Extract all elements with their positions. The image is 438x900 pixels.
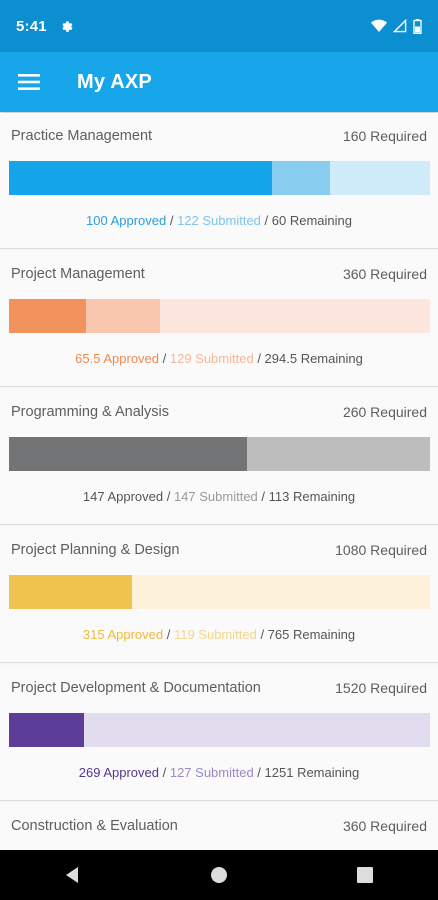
- remaining-text: 113 Remaining: [268, 489, 356, 504]
- home-circle-icon: [211, 867, 227, 883]
- wifi-icon: [371, 19, 387, 32]
- submitted-text: 129 Submitted: [169, 351, 254, 366]
- progress-summary: 269 Approved / 127 Submitted / 1251 Rema…: [0, 765, 438, 780]
- requirement-card[interactable]: Project Management 360 Required 65.5 Appro…: [0, 251, 438, 387]
- back-button[interactable]: [53, 855, 93, 895]
- progress-approved-segment: [9, 437, 247, 471]
- summary-separator: /: [163, 627, 174, 642]
- submitted-text: 119 Submitted: [173, 627, 257, 642]
- progress-bar: [9, 713, 430, 747]
- submitted-text: 122 Submitted: [177, 213, 261, 228]
- remaining-text: 60 Remaining: [271, 213, 352, 228]
- progress-bar: [9, 575, 430, 609]
- requirement-name: Construction & Evaluation: [11, 818, 178, 834]
- gear-icon: [62, 21, 73, 32]
- page-title: My AXP: [77, 70, 152, 93]
- hamburger-menu-icon: [18, 74, 40, 90]
- progress-bar: [9, 161, 430, 195]
- summary-separator: /: [260, 213, 272, 228]
- app-bar: My AXP: [0, 52, 438, 112]
- status-bar: 5:41: [0, 0, 438, 52]
- summary-separator: /: [253, 351, 265, 366]
- requirement-card[interactable]: Construction & Evaluation 360 Required: [0, 803, 438, 850]
- requirement-card[interactable]: Practice Management 160 Required 100 Appro…: [0, 113, 438, 249]
- recents-square-icon: [357, 867, 373, 883]
- submitted-text: 127 Submitted: [169, 765, 254, 780]
- summary-separator: /: [257, 489, 269, 504]
- approved-text: 65.5 Approved: [75, 351, 160, 366]
- progress-summary: 65.5 Approved / 129 Submitted / 294.5 Re…: [0, 351, 438, 366]
- summary-separator: /: [159, 765, 170, 780]
- progress-bar: [9, 299, 430, 333]
- requirement-name: Project Development & Documentation: [11, 680, 261, 696]
- signal-icon: [393, 19, 407, 33]
- menu-button[interactable]: [14, 67, 44, 97]
- requirement-name: Practice Management: [11, 128, 153, 144]
- progress-bar: [9, 437, 430, 471]
- home-button[interactable]: [199, 855, 239, 895]
- summary-separator: /: [253, 765, 265, 780]
- required-hours: 160 Required: [342, 128, 427, 144]
- submitted-text: 147 Submitted: [173, 489, 258, 504]
- required-hours: 360 Required: [342, 266, 427, 282]
- requirement-name: Project Planning & Design: [11, 542, 180, 558]
- android-nav-bar: [0, 850, 438, 900]
- remaining-text: 1251 Remaining: [264, 765, 360, 780]
- required-hours: 1520 Required: [335, 680, 427, 696]
- summary-separator: /: [166, 213, 178, 228]
- summary-separator: /: [159, 351, 170, 366]
- required-hours: 1080 Required: [335, 542, 427, 558]
- approved-text: 147 Approved: [82, 489, 164, 504]
- requirement-name: Project Management: [11, 266, 145, 282]
- required-hours: 360 Required: [342, 818, 427, 834]
- progress-approved-segment: [9, 575, 132, 609]
- progress-approved-segment: [9, 299, 86, 333]
- status-time: 5:41: [16, 17, 47, 35]
- back-triangle-icon: [66, 867, 78, 883]
- requirement-name: Programming & Analysis: [11, 404, 169, 420]
- summary-separator: /: [163, 489, 174, 504]
- required-hours: 260 Required: [342, 404, 427, 420]
- requirement-card[interactable]: Programming & Analysis 260 Required 147 Ap…: [0, 389, 438, 525]
- progress-summary: 147 Approved / 147 Submitted / 113 Remai…: [0, 489, 438, 504]
- remaining-text: 294.5 Remaining: [264, 351, 363, 366]
- battery-icon: [413, 18, 422, 34]
- approved-text: 315 Approved: [82, 627, 164, 642]
- approved-text: 269 Approved: [78, 765, 159, 780]
- summary-separator: /: [256, 627, 268, 642]
- progress-summary: 315 Approved / 119 Submitted / 765 Remai…: [0, 627, 438, 642]
- requirement-card[interactable]: Project Development & Documentation 1520 …: [0, 665, 438, 801]
- progress-approved-segment: [9, 713, 84, 747]
- recents-button[interactable]: [345, 855, 385, 895]
- requirement-card[interactable]: Project Planning & Design 1080 Required 31…: [0, 527, 438, 663]
- progress-summary: 100 Approved / 122 Submitted / 60 Remain…: [0, 213, 438, 228]
- approved-text: 100 Approved: [86, 213, 167, 228]
- requirements-list: Practice Management 160 Required 100 Appro…: [0, 113, 438, 850]
- progress-approved-segment: [9, 161, 272, 195]
- remaining-text: 765 Remaining: [267, 627, 356, 642]
